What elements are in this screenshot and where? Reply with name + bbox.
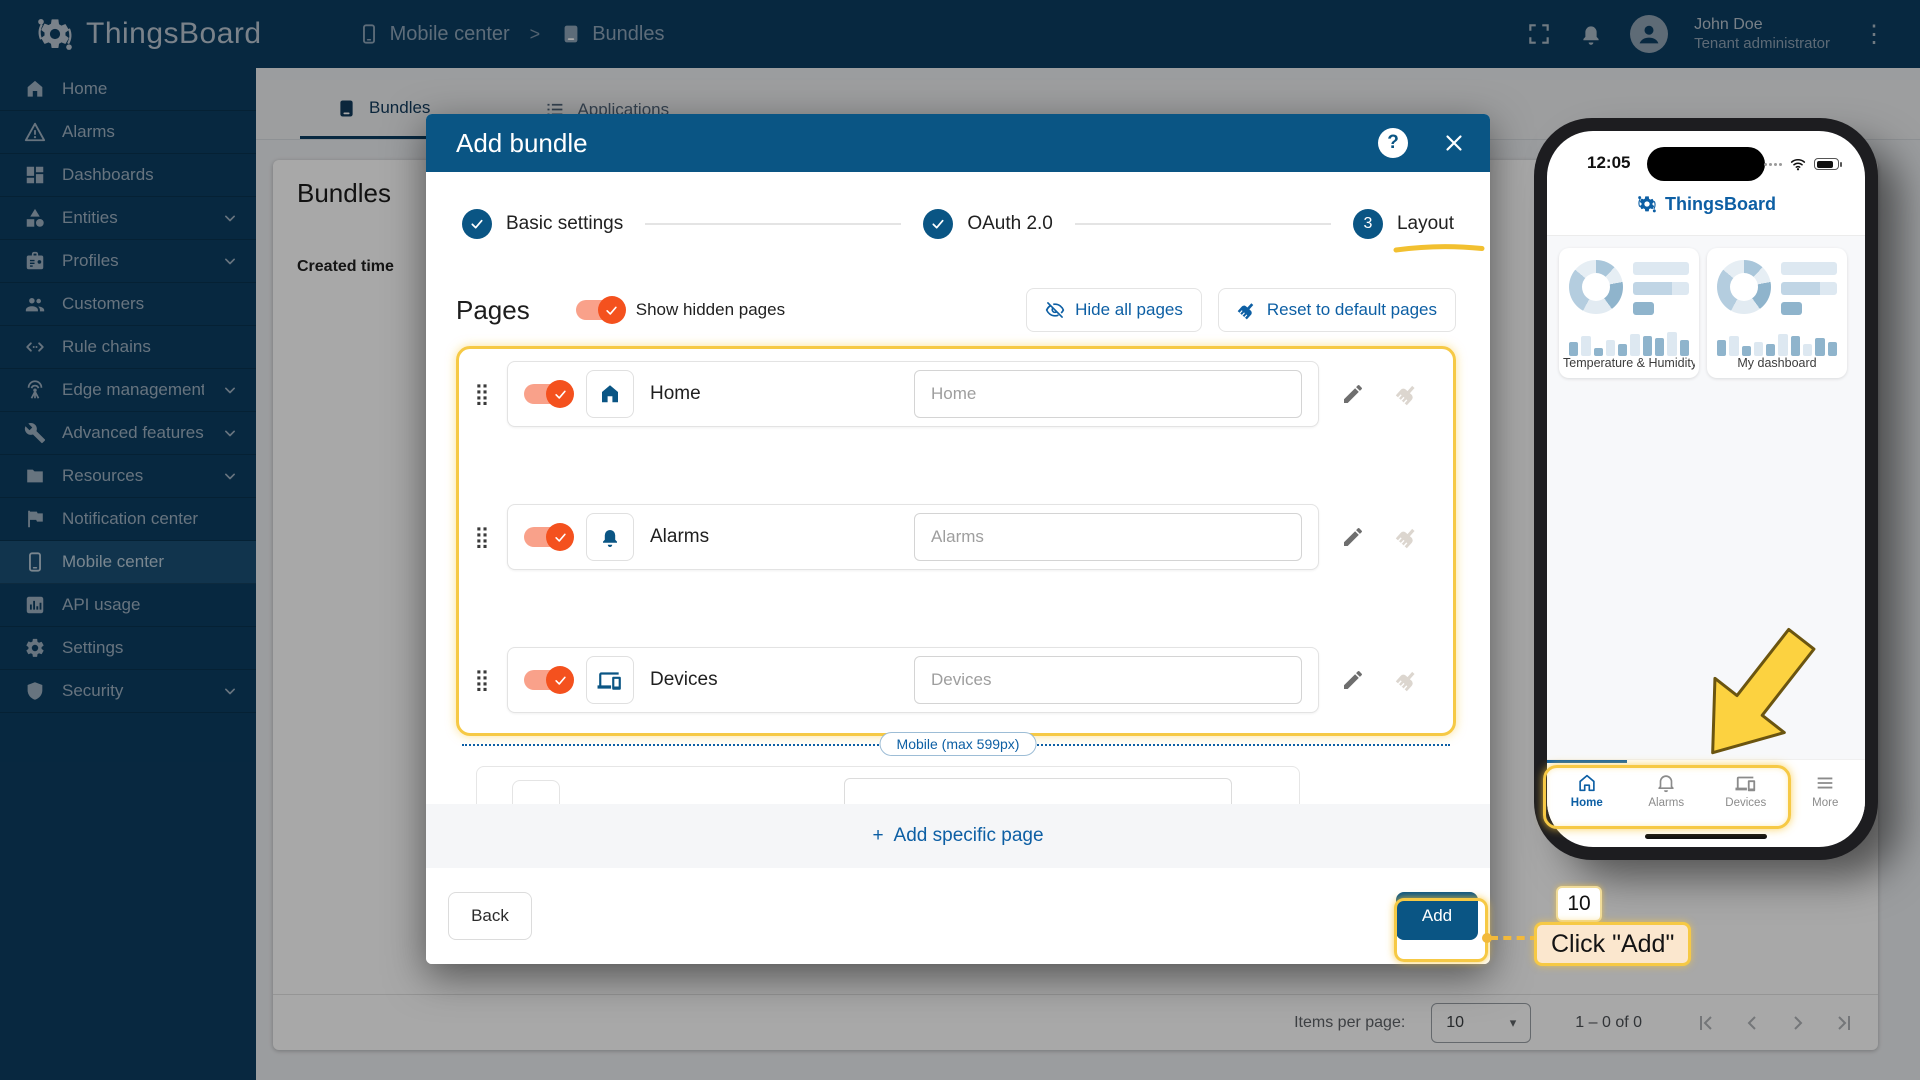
pencil-icon xyxy=(1341,382,1365,406)
page-visible-toggle[interactable] xyxy=(524,523,574,551)
page-name: Alarms xyxy=(650,526,710,547)
page-visible-toggle[interactable] xyxy=(524,380,574,408)
cleaning-brush-icon xyxy=(1395,382,1419,406)
show-hidden-pages-label: Show hidden pages xyxy=(635,300,786,319)
back-button[interactable]: Back xyxy=(448,892,532,940)
bell-icon xyxy=(598,525,622,549)
page-visible-toggle[interactable] xyxy=(524,666,574,694)
page-name: Home xyxy=(650,383,701,404)
page-row-devices: ⣿ Devices xyxy=(469,647,1443,713)
step-connector xyxy=(645,223,902,225)
cleaning-brush-icon xyxy=(1395,525,1419,549)
add-bundle-dialog: Add bundle ? Basic settings OAuth 2.0 3 … xyxy=(426,114,1490,964)
add-specific-page-button[interactable]: + Add specific page xyxy=(426,804,1490,868)
pencil-icon xyxy=(1341,668,1365,692)
dialog-header: Add bundle ? xyxy=(426,114,1490,172)
page-label-input[interactable] xyxy=(914,513,1302,561)
home-icon xyxy=(598,382,622,406)
pages-header-row: Pages Show hidden pages Hide all pages R… xyxy=(456,286,1456,334)
page-label-input[interactable] xyxy=(914,370,1302,418)
page-icon-button[interactable] xyxy=(586,370,634,418)
dialog-title: Add bundle xyxy=(456,127,588,158)
add-button[interactable]: Add xyxy=(1396,892,1478,940)
toggle-check-icon xyxy=(597,296,626,324)
reset-page-button-disabled[interactable] xyxy=(1387,668,1427,692)
page-row-card: Alarms xyxy=(507,504,1319,570)
page-icon-button[interactable] xyxy=(586,656,634,704)
edit-page-button[interactable] xyxy=(1333,668,1373,692)
toggle-check-icon xyxy=(546,380,574,408)
cleaning-brush-icon xyxy=(1395,668,1419,692)
edit-page-button[interactable] xyxy=(1333,382,1373,406)
page-icon-button[interactable] xyxy=(586,513,634,561)
step-done-check-icon xyxy=(462,209,492,239)
cleaning-brush-icon xyxy=(1237,300,1257,320)
step-connector xyxy=(1074,223,1331,225)
page-row-home: ⣿ Home xyxy=(469,361,1443,427)
tutorial-pages-highlight-box: ⣿ Home ⣿ Alarms ⣿ xyxy=(456,346,1456,736)
plus-icon: + xyxy=(872,825,884,846)
hide-all-pages-button[interactable]: Hide all pages xyxy=(1026,288,1202,332)
drag-handle-icon[interactable]: ⣿ xyxy=(469,382,493,407)
pencil-icon xyxy=(1341,525,1365,549)
drag-handle-icon[interactable]: ⣿ xyxy=(469,668,493,693)
page-name: Devices xyxy=(650,669,718,690)
page-label-input[interactable] xyxy=(914,656,1302,704)
drag-handle-icon[interactable]: ⣿ xyxy=(469,525,493,550)
reset-page-button-disabled[interactable] xyxy=(1387,525,1427,549)
page-row-alarms: ⣿ Alarms xyxy=(469,504,1443,570)
step-done-check-icon xyxy=(923,209,954,239)
step-layout[interactable]: 3 Layout xyxy=(1352,209,1485,253)
step-oauth[interactable]: OAuth 2.0 xyxy=(923,209,1053,239)
devices-icon xyxy=(597,667,623,693)
pages-heading: Pages xyxy=(456,294,530,325)
stepper: Basic settings OAuth 2.0 3 Layout xyxy=(462,194,1485,254)
reset-to-default-pages-button[interactable]: Reset to default pages xyxy=(1217,288,1456,332)
page-row-card: Home xyxy=(507,361,1319,427)
page-row-card: Devices xyxy=(507,647,1319,713)
toggle-check-icon xyxy=(546,666,574,694)
step-basic-settings[interactable]: Basic settings xyxy=(462,209,623,239)
eye-off-icon xyxy=(1045,300,1065,320)
show-hidden-pages-toggle[interactable] xyxy=(575,296,626,324)
dialog-footer: Back Add xyxy=(426,868,1490,964)
toggle-check-icon xyxy=(546,523,574,551)
edit-page-button[interactable] xyxy=(1333,525,1373,549)
close-icon[interactable] xyxy=(1442,131,1466,155)
step-number: 3 xyxy=(1352,209,1383,239)
reset-page-button-disabled[interactable] xyxy=(1387,382,1427,406)
help-icon[interactable]: ? xyxy=(1378,128,1408,158)
tutorial-underline xyxy=(1393,244,1485,253)
mobile-breakpoint-chip: Mobile (max 599px) xyxy=(879,732,1037,756)
